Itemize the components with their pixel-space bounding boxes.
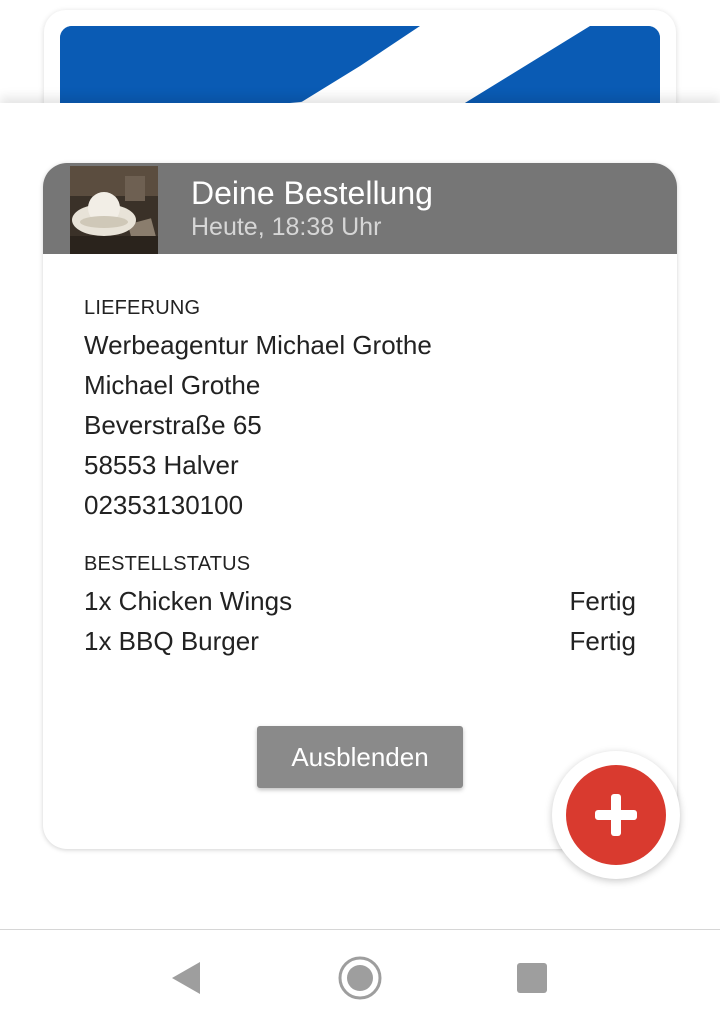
hide-order-button[interactable]: Ausblenden xyxy=(257,726,463,788)
back-icon[interactable] xyxy=(160,952,212,1004)
plus-icon xyxy=(595,794,637,836)
home-icon[interactable] xyxy=(334,952,386,1004)
order-title: Deine Bestellung xyxy=(191,175,433,211)
fab-container xyxy=(552,751,680,879)
order-item-name: 1x BBQ Burger xyxy=(84,626,259,656)
recents-icon[interactable] xyxy=(506,952,558,1004)
address-street: Beverstraße 65 xyxy=(84,410,262,440)
cowboy-hat-photo-icon xyxy=(70,166,158,254)
address-city: 58553 Halver xyxy=(84,450,239,480)
delivery-label: LIEFERUNG xyxy=(84,297,201,319)
order-timestamp: Heute, 18:38 Uhr xyxy=(191,213,382,241)
system-nav-bar xyxy=(0,930,720,1025)
order-item-status: Fertig xyxy=(569,626,636,656)
address-name: Michael Grothe xyxy=(84,370,261,400)
order-status-label: BESTELLSTATUS xyxy=(84,553,251,575)
address-phone: 02353130100 xyxy=(84,490,244,520)
order-item-name: 1x Chicken Wings xyxy=(84,586,293,616)
order-item-status: Fertig xyxy=(569,586,636,616)
address-company: Werbeagentur Michael Grothe xyxy=(84,330,432,360)
order-card-header: Deine Bestellung Heute, 18:38 Uhr xyxy=(43,163,677,254)
order-card: Deine Bestellung Heute, 18:38 Uhr LIEFER… xyxy=(43,163,677,849)
add-order-button[interactable] xyxy=(566,765,666,865)
